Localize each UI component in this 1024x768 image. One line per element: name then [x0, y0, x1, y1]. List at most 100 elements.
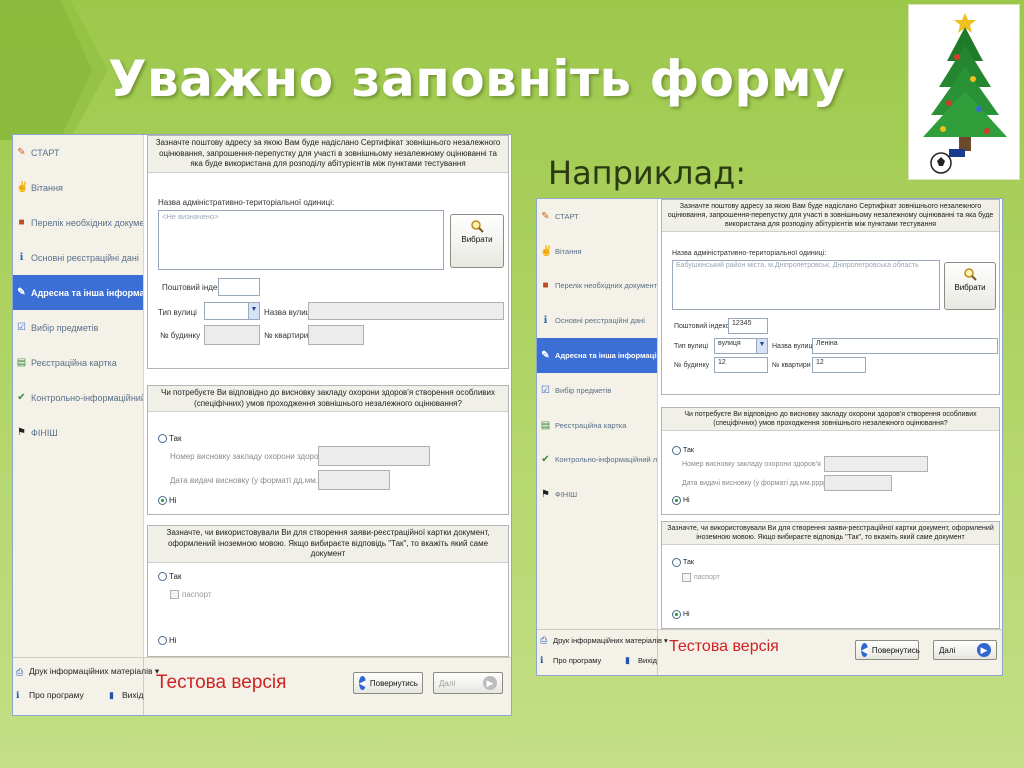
nav-item-card[interactable]: ▤ Реєстраційна картка — [13, 345, 143, 380]
street-type-label: Тип вулиці — [158, 308, 197, 317]
exit-door-icon: ▮ — [625, 655, 630, 665]
nav-item-documents[interactable]: ■Перелік необхідних документів — [13, 205, 143, 240]
bottom-bar: ⎙ Друк інформаційних матеріалів ▾ ℹ Про пр… — [537, 629, 1002, 675]
start-icon: ✎ — [17, 147, 26, 158]
nav-item-address[interactable]: ✎Адресна та інша інформація — [537, 338, 657, 373]
admin-unit-field[interactable]: <Не визначено> — [158, 210, 444, 270]
health-yes-radio[interactable]: Так — [158, 434, 181, 443]
print-materials-menu[interactable]: ⎙ Друк інформаційних матеріалів ▾ — [540, 635, 668, 645]
nav-item-start[interactable]: ✎ СТАРТ — [13, 135, 143, 170]
subjects-icon: ☑ — [17, 322, 26, 333]
apartment-input[interactable] — [308, 325, 364, 345]
nav-sidebar: ✎ СТАРТ ✌ Вітання ■ Перелік необхідних доку… — [537, 199, 658, 629]
address-icon: ✎ — [541, 350, 550, 362]
magnifier-icon — [964, 268, 977, 281]
address-icon: ✎ — [17, 287, 26, 298]
foreign-document-header: Зазначте, чи використовували Ви для ство… — [148, 526, 508, 563]
passport-checkbox[interactable]: паспорт — [682, 573, 720, 582]
nav-item-finish[interactable]: ⚑ ФІНІШ — [537, 477, 657, 512]
app-window-empty: ✎ СТАРТ ✌ Вітання ■ Перелік необхідних доку… — [12, 134, 512, 716]
conclusion-date-label: Дата видачі висновку (у форматі дд.мм.рр… — [170, 476, 339, 485]
nav-item-finish[interactable]: ⚑ ФІНІШ — [13, 415, 143, 450]
address-section-header: Зазначте поштову адресу за якою Вам буде… — [148, 136, 508, 173]
nav-item-subjects[interactable]: ☑ Вибір предметів — [13, 310, 143, 345]
next-button[interactable]: Далі ▶ — [933, 640, 997, 660]
street-type-label: Тип вулиці — [674, 343, 709, 350]
conclusion-number-input[interactable] — [318, 446, 430, 466]
health-section-header: Чи потребуєте Ви відповідно до висновку … — [148, 386, 508, 412]
test-version-label: Тестова версія — [669, 638, 779, 655]
nav-item-main-data[interactable]: ℹ Основні реєстраційні дані — [13, 240, 143, 275]
next-button[interactable]: Далі ▶ — [433, 672, 503, 694]
apartment-label: № квартири — [264, 331, 309, 340]
exit-link[interactable]: ▮ Вихід — [109, 690, 144, 700]
choose-admin-unit-button[interactable]: Вибрати — [450, 214, 504, 268]
arrow-right-icon: ▶ — [977, 643, 991, 657]
nav-item-subjects[interactable]: ☑ Вибір предметів — [537, 373, 657, 408]
nav-item-greeting[interactable]: ✌ Вітання — [13, 170, 143, 205]
apartment-input[interactable]: 12 — [812, 357, 866, 373]
choose-admin-unit-button[interactable]: Вибрати — [944, 262, 996, 310]
print-materials-menu[interactable]: ⎙ Друк інформаційних матеріалів ▾ — [16, 666, 159, 677]
christmas-tree-icon — [923, 13, 1007, 174]
street-name-input[interactable]: Леніна — [812, 338, 998, 354]
nav-item-documents[interactable]: ■Перелік необхідних документів — [537, 269, 657, 304]
document-no-radio[interactable]: Ні — [672, 610, 690, 619]
address-section: Зазначте поштову адресу за якою Вам буде… — [147, 135, 509, 369]
nav-item-start[interactable]: ✎ СТАРТ — [537, 199, 657, 234]
exit-link[interactable]: ▮ Вихід — [625, 655, 657, 665]
bottom-bar: ⎙ Друк інформаційних матеріалів ▾ ℹ Про пр… — [13, 657, 511, 715]
printer-icon: ⎙ — [16, 666, 24, 677]
nav-item-card[interactable]: ▤ Реєстраційна картка — [537, 408, 657, 443]
street-type-select[interactable]: вулиця ▼ — [714, 338, 768, 354]
form-content: Зазначте поштову адресу за якою Вам буде… — [145, 135, 511, 659]
finish-flag-icon: ⚑ — [17, 427, 26, 438]
nav-sidebar: ✎ СТАРТ ✌ Вітання ■ Перелік необхідних доку… — [13, 135, 144, 657]
info-icon: ℹ — [543, 315, 548, 327]
conclusion-date-input[interactable] — [824, 475, 892, 491]
control-sheet-icon: ✔ — [17, 392, 26, 403]
house-label: № будинку — [674, 362, 710, 369]
postal-index-label: Поштовий індекс — [674, 323, 730, 330]
printer-icon: ⎙ — [540, 635, 548, 645]
chevron-down-icon[interactable]: ▼ — [248, 303, 259, 319]
document-yes-radio[interactable]: Так — [672, 558, 694, 567]
passport-checkbox[interactable]: паспорт — [170, 590, 212, 599]
conclusion-date-label: Дата видачі висновку (у форматі дд.мм.рр… — [682, 480, 830, 487]
health-section: Чи потребуєте Ви відповідно до висновку … — [661, 407, 1000, 515]
app-window-example: ✎ СТАРТ ✌ Вітання ■ Перелік необхідних доку… — [536, 198, 1003, 676]
health-yes-radio[interactable]: Так — [672, 446, 694, 455]
conclusion-date-input[interactable] — [318, 470, 390, 490]
arrow-left-icon: ◀ — [861, 643, 868, 657]
nav-item-greeting[interactable]: ✌ Вітання — [537, 234, 657, 269]
document-no-radio[interactable]: Ні — [158, 636, 177, 645]
chevron-down-icon[interactable]: ▼ — [756, 339, 767, 353]
admin-unit-field[interactable]: Бабушкінський район міста, м.Дніпропетро… — [672, 260, 940, 310]
address-section-header: Зазначте поштову адресу за якою Вам буде… — [662, 200, 999, 232]
about-link[interactable]: ℹ Про програму — [16, 690, 84, 700]
foreign-document-section: Зазначте, чи використовували Ви для ство… — [147, 525, 509, 657]
health-no-radio[interactable]: Ні — [158, 496, 177, 505]
nav-item-address[interactable]: ✎Адресна та інша інформація — [13, 275, 143, 310]
nav-item-control-sheet[interactable]: ✔Контрольно-інформаційний лист — [13, 380, 143, 415]
house-input[interactable] — [204, 325, 260, 345]
postal-index-input[interactable] — [218, 278, 260, 296]
street-type-select[interactable]: ▼ — [204, 302, 260, 320]
admin-unit-label: Назва адміністративно-територіальної оди… — [158, 198, 335, 207]
magnifier-icon — [471, 220, 484, 233]
health-no-radio[interactable]: Ні — [672, 496, 690, 505]
conclusion-number-input[interactable] — [824, 456, 928, 472]
back-button[interactable]: ◀ Повернутись — [855, 640, 920, 660]
street-name-input[interactable] — [308, 302, 504, 320]
back-button[interactable]: ◀ Повернутись — [353, 672, 423, 694]
nav-item-control-sheet[interactable]: ✔Контрольно-інформаційний лист — [537, 443, 657, 478]
house-input[interactable]: 12 — [714, 357, 768, 373]
postal-index-input[interactable]: 12345 — [728, 318, 768, 334]
address-section: Зазначте поштову адресу за якою Вам буде… — [661, 199, 1000, 395]
document-yes-radio[interactable]: Так — [158, 572, 181, 581]
bottom-left-panel: ⎙ Друк інформаційних матеріалів ▾ ℹ Про пр… — [537, 630, 668, 675]
card-icon: ▤ — [16, 357, 27, 368]
admin-unit-label: Назва адміністративно-територіальної оди… — [672, 250, 827, 257]
about-link[interactable]: ℹ Про програму — [540, 655, 601, 665]
nav-item-main-data[interactable]: ℹ Основні реєстраційні дані — [537, 303, 657, 338]
